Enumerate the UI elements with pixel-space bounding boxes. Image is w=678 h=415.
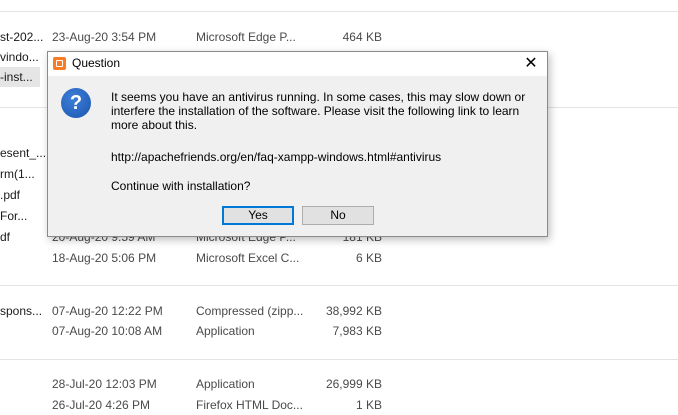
file-name: -inst... bbox=[0, 70, 33, 84]
file-size: 38,992 KB bbox=[325, 304, 382, 318]
file-row[interactable]: st-202... 23-Aug-20 3:54 PM Microsoft Ed… bbox=[0, 27, 678, 47]
file-name: .pdf bbox=[0, 188, 21, 202]
group-separator bbox=[0, 11, 678, 12]
file-size: 6 KB bbox=[355, 251, 382, 265]
file-name: esent_... bbox=[0, 146, 47, 160]
file-name: For... bbox=[0, 209, 28, 223]
file-type: Microsoft Excel C... bbox=[196, 251, 300, 265]
file-size: 26,999 KB bbox=[325, 377, 382, 391]
file-type: Firefox HTML Doc... bbox=[196, 398, 303, 412]
file-type: Compressed (zipp... bbox=[196, 304, 304, 318]
file-row[interactable]: 07-Aug-20 10:08 AM Application 7,983 KB bbox=[0, 321, 678, 341]
close-icon[interactable]: ✕ bbox=[515, 52, 547, 76]
file-type: Microsoft Edge P... bbox=[196, 30, 296, 44]
file-row[interactable]: 26-Jul-20 4:26 PM Firefox HTML Doc... 1 … bbox=[0, 395, 678, 415]
question-dialog: Question ✕ ? It seems you have an antivi… bbox=[47, 51, 548, 237]
file-row[interactable]: spons... 07-Aug-20 12:22 PM Compressed (… bbox=[0, 301, 678, 321]
file-date: 26-Jul-20 4:26 PM bbox=[52, 398, 151, 412]
dialog-message: It seems you have an antivirus running. … bbox=[111, 90, 536, 132]
no-button[interactable]: No bbox=[302, 206, 374, 225]
file-date: 28-Jul-20 12:03 PM bbox=[52, 377, 157, 391]
file-type: Application bbox=[196, 324, 255, 338]
file-name: rm(1... bbox=[0, 167, 35, 181]
dialog-message-text: It seems you have an antivirus running. … bbox=[111, 90, 526, 132]
dialog-titlebar[interactable]: Question ✕ bbox=[48, 52, 547, 76]
file-name: vindo... bbox=[0, 50, 39, 64]
group-separator bbox=[0, 285, 678, 286]
file-date: 18-Aug-20 5:06 PM bbox=[52, 251, 157, 265]
dialog-title: Question bbox=[72, 56, 121, 70]
file-name: df bbox=[0, 230, 11, 244]
file-type: Application bbox=[196, 377, 255, 391]
file-date: 07-Aug-20 10:08 AM bbox=[52, 324, 163, 338]
file-row[interactable]: 18-Aug-20 5:06 PM Microsoft Excel C... 6… bbox=[0, 248, 678, 268]
file-size: 7,983 KB bbox=[332, 324, 382, 338]
xampp-app-icon bbox=[53, 57, 66, 70]
file-size: 464 KB bbox=[342, 30, 382, 44]
file-size: 1 KB bbox=[355, 398, 382, 412]
file-date: 07-Aug-20 12:22 PM bbox=[52, 304, 163, 318]
yes-button[interactable]: Yes bbox=[222, 206, 294, 225]
dialog-prompt: Continue with installation? bbox=[111, 179, 251, 193]
group-separator bbox=[0, 359, 678, 360]
antivirus-faq-url: http://apachefriends.org/en/faq-xampp-wi… bbox=[111, 150, 442, 164]
file-row[interactable]: 28-Jul-20 12:03 PM Application 26,999 KB bbox=[0, 374, 678, 394]
file-name: st-202... bbox=[0, 30, 44, 44]
question-icon: ? bbox=[61, 88, 91, 118]
file-name: spons... bbox=[0, 304, 43, 318]
file-row-selected[interactable]: -inst... bbox=[0, 67, 40, 87]
file-date: 23-Aug-20 3:54 PM bbox=[52, 30, 157, 44]
